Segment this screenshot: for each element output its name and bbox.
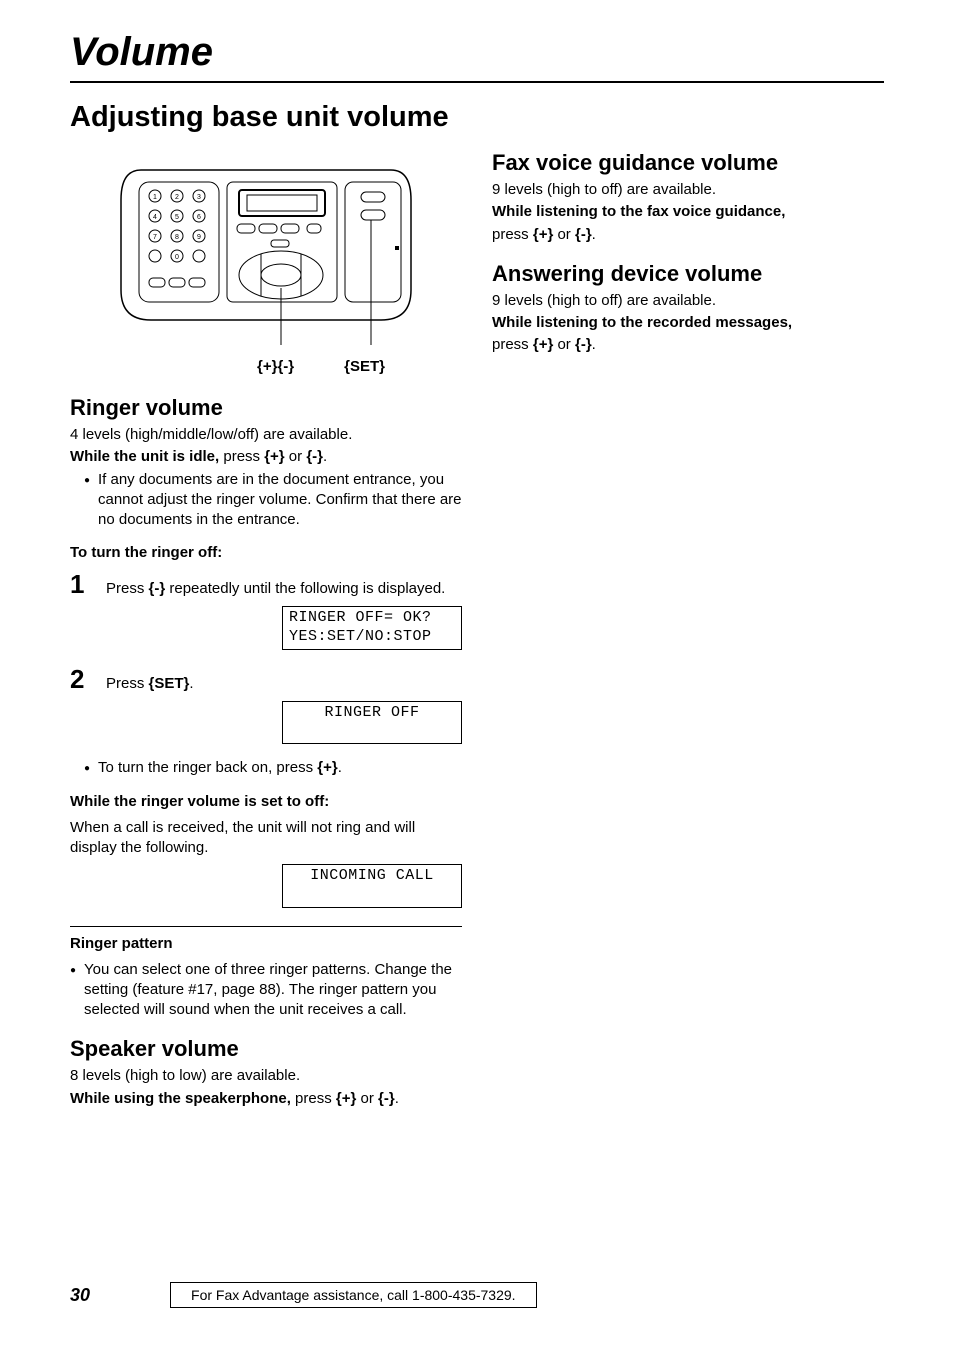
ringer-idle-bold: While the unit is idle, xyxy=(70,448,219,465)
svg-text:8: 8 xyxy=(175,234,179,241)
key-plus-4: {+} xyxy=(533,226,553,243)
device-diagram: 1 2 3 4 5 6 7 8 9 0 xyxy=(70,160,462,375)
step1-a: Press xyxy=(106,580,149,597)
ans-a: press xyxy=(492,336,533,353)
fax-c: . xyxy=(592,226,596,243)
svg-text:1: 1 xyxy=(153,194,157,201)
step2-a: Press xyxy=(106,675,149,692)
speaker-rest-a: press xyxy=(291,1090,336,1107)
ringer-pattern-bullet: You can select one of three ringer patte… xyxy=(70,960,462,1021)
right-column: Fax voice guidance volume 9 levels (high… xyxy=(492,150,884,1111)
key-minus-5: {-} xyxy=(575,336,592,353)
base-unit-illustration: 1 2 3 4 5 6 7 8 9 0 xyxy=(111,160,421,350)
svg-text:9: 9 xyxy=(197,234,201,241)
key-minus-1: {-} xyxy=(306,448,323,465)
step-1-text: Press {-} repeatedly until the following… xyxy=(106,579,462,599)
svg-text:7: 7 xyxy=(153,234,157,241)
svg-text:4: 4 xyxy=(153,214,157,221)
key-plus-5: {+} xyxy=(533,336,553,353)
step-1-num: 1 xyxy=(70,569,90,600)
ans-heading: Answering device volume xyxy=(492,261,884,287)
label-set: {SET} xyxy=(344,358,385,375)
speaker-levels: 8 levels (high to low) are available. xyxy=(70,1066,462,1086)
svg-text:2: 2 xyxy=(175,194,179,201)
ringer-idle-rest: press xyxy=(219,448,264,465)
speaker-rest-c: . xyxy=(395,1090,399,1107)
display1-line2: YES:SET/NO:STOP xyxy=(289,628,455,647)
speaker-instr: While using the speakerphone, press {+} … xyxy=(70,1089,462,1109)
svg-text:0: 0 xyxy=(175,254,179,261)
label-plusminus: {+}{-} xyxy=(257,358,294,375)
key-plus-2: {+} xyxy=(317,759,337,776)
key-set-1: {SET} xyxy=(149,675,190,692)
ringer-notes: If any documents are in the document ent… xyxy=(70,470,462,531)
step-2: 2 Press {SET}. xyxy=(70,664,462,695)
key-minus-4: {-} xyxy=(575,226,592,243)
ringer-idle: While the unit is idle, press {+} or {-}… xyxy=(70,447,462,467)
step-2-num: 2 xyxy=(70,664,90,695)
step2-b: . xyxy=(189,675,193,692)
ringer-heading: Ringer volume xyxy=(70,395,462,421)
step1-b: repeatedly until the following is displa… xyxy=(165,580,445,597)
ringer-back-on-list: To turn the ringer back on, press {+}. xyxy=(70,758,462,778)
step-2-text: Press {SET}. xyxy=(106,674,462,694)
svg-text:6: 6 xyxy=(197,214,201,221)
speaker-heading: Speaker volume xyxy=(70,1036,462,1062)
page-title: Volume xyxy=(70,30,884,83)
ringer-back-on: To turn the ringer back on, press {+}. xyxy=(84,758,462,778)
or-1: or xyxy=(285,448,307,465)
ans-bold: While listening to the recorded messages… xyxy=(492,313,884,333)
separator-line xyxy=(70,926,462,927)
fax-heading: Fax voice guidance volume xyxy=(492,150,884,176)
back-on-b: . xyxy=(338,759,342,776)
ringer-levels: 4 levels (high/middle/low/off) are avail… xyxy=(70,425,462,445)
fax-levels: 9 levels (high to off) are available. xyxy=(492,180,884,200)
ringer-idle-end: . xyxy=(323,448,327,465)
key-minus-2: {-} xyxy=(149,580,166,597)
ans-b: or xyxy=(553,336,575,353)
display-ringer-off-confirm: RINGER OFF= OK? YES:SET/NO:STOP xyxy=(282,606,462,650)
key-minus-3: {-} xyxy=(378,1090,395,1107)
main-heading: Adjusting base unit volume xyxy=(70,101,884,134)
ringer-pattern-list: You can select one of three ringer patte… xyxy=(70,960,462,1021)
display1-line1: RINGER OFF= OK? xyxy=(289,609,455,628)
ans-c: . xyxy=(592,336,596,353)
speaker-rest-b: or xyxy=(356,1090,378,1107)
ringer-pattern-head: Ringer pattern xyxy=(70,935,462,952)
ringer-note-1: If any documents are in the document ent… xyxy=(84,470,462,531)
fax-press: press {+} or {-}. xyxy=(492,225,884,245)
ans-press: press {+} or {-}. xyxy=(492,335,884,355)
ringer-off-head: To turn the ringer off: xyxy=(70,544,462,561)
ans-levels: 9 levels (high to off) are available. xyxy=(492,291,884,311)
page-number: 30 xyxy=(70,1285,90,1306)
svg-text:3: 3 xyxy=(197,194,201,201)
back-on-a: To turn the ringer back on, press xyxy=(98,759,317,776)
key-plus-3: {+} xyxy=(336,1090,356,1107)
display3-line1: INCOMING CALL xyxy=(289,867,455,886)
fax-bold: While listening to the fax voice guidanc… xyxy=(492,202,884,222)
ringer-off-set-text: When a call is received, the unit will n… xyxy=(70,818,462,859)
svg-text:5: 5 xyxy=(175,214,179,221)
fax-a: press xyxy=(492,226,533,243)
display-incoming-call: INCOMING CALL xyxy=(282,864,462,908)
display-ringer-off: RINGER OFF xyxy=(282,701,462,745)
key-plus-1: {+} xyxy=(264,448,284,465)
footer-assist-box: For Fax Advantage assistance, call 1-800… xyxy=(170,1282,537,1308)
fax-b: or xyxy=(553,226,575,243)
left-column: 1 2 3 4 5 6 7 8 9 0 xyxy=(70,150,462,1111)
step-1: 1 Press {-} repeatedly until the followi… xyxy=(70,569,462,600)
speaker-bold: While using the speakerphone, xyxy=(70,1090,291,1107)
display2-line1: RINGER OFF xyxy=(289,704,455,723)
ringer-off-set-head: While the ringer volume is set to off: xyxy=(70,793,462,810)
page-footer: 30 For Fax Advantage assistance, call 1-… xyxy=(70,1282,884,1308)
